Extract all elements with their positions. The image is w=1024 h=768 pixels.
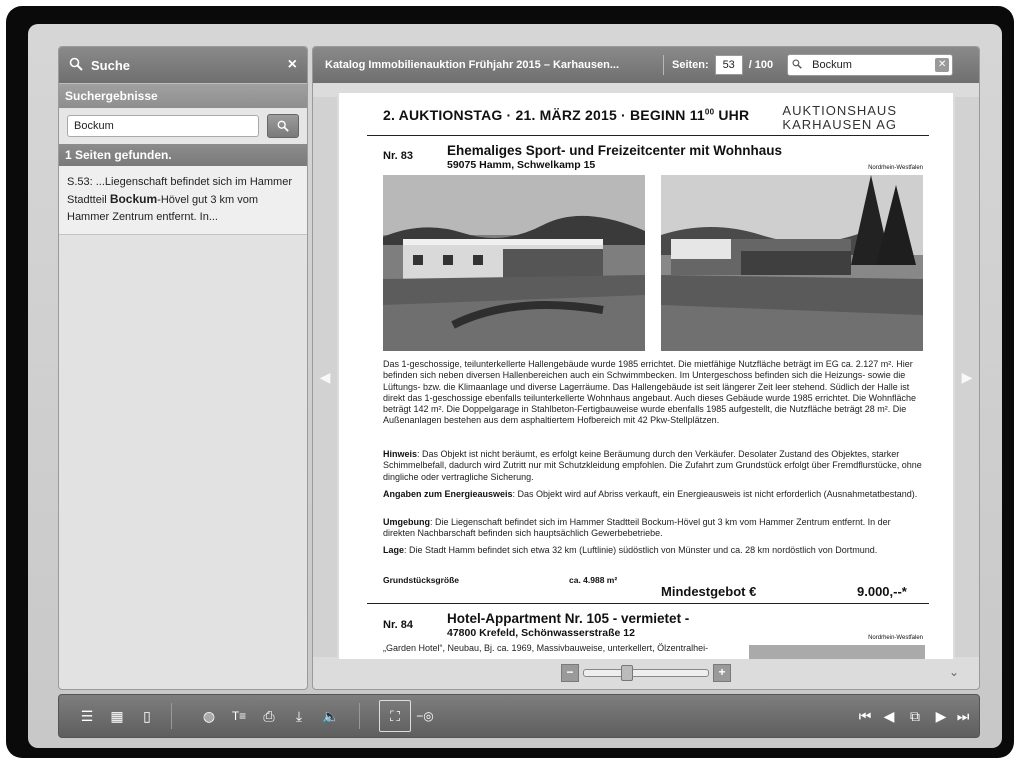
chevron-down-icon[interactable]: ⌄ [949, 665, 959, 679]
zoom-icon[interactable]: −◎ [415, 706, 435, 726]
lot-address: 47800 Krefeld, Schönwasserstraße 12 [447, 627, 635, 639]
page-total: / 100 [748, 59, 774, 71]
zoom-out-button[interactable]: − [561, 664, 579, 682]
lot-address: 59075 Hamm, Schwelkamp 15 [447, 159, 596, 171]
lot-umgebung: Umgebung: Die Liegenschaft befindet sich… [383, 517, 891, 539]
bottom-toolbar: ☰ ▦ ▯ ◍ T≡ ⎙ ⤓ 🔈 ⛶ −◎ ⏮ ◀ ⧉ ▶ ⏭ [58, 694, 980, 738]
lot-description: Das 1-geschossige, teilunterkellerte Hal… [383, 359, 916, 426]
lot-area-label: Grundstücksgröße [383, 575, 460, 585]
lot-title: Ehemaliges Sport- und Freizeitcenter mit… [447, 143, 783, 158]
search-input[interactable]: Bockum [67, 115, 259, 137]
app-window: Suche × Suchergebnisse Bockum 1 Seiten g… [28, 24, 1002, 748]
found-count: 1 Seiten gefunden. [59, 144, 307, 166]
last-page-icon[interactable]: ⏭ [953, 706, 973, 726]
fullscreen-icon[interactable]: ⛶ [379, 700, 411, 732]
previous-page-arrow[interactable]: ◀ [313, 97, 337, 657]
search-panel-header: Suche × [59, 47, 307, 83]
property-photo-1 [383, 175, 645, 351]
next-page-icon[interactable]: ▶ [931, 706, 951, 726]
property-photo-2 [661, 175, 923, 351]
page-header: 2. AUKTIONSTAG · 21. MÄRZ 2015 · BEGINN … [383, 107, 750, 123]
lot-region: Nordrhein-Westfalen [868, 165, 923, 171]
search-icon [277, 120, 289, 132]
first-page-icon[interactable]: ⏮ [855, 706, 875, 726]
minimum-bid-value: 9.000,--* [857, 584, 907, 599]
previous-page-icon[interactable]: ◀ [879, 706, 899, 726]
viewer-search-field[interactable]: Bockum ✕ [787, 54, 954, 76]
search-icon [69, 57, 83, 74]
page-number-input[interactable]: 53 [714, 55, 743, 75]
lot-energie: Angaben zum Energieausweis: Das Objekt w… [383, 489, 918, 499]
search-icon [788, 59, 806, 72]
viewer-panel: Katalog Immobilienauktion Frühjahr 2015 … [312, 46, 980, 690]
lot-rule [367, 603, 929, 604]
pages-label: Seiten: [672, 59, 709, 71]
clear-search-icon[interactable]: ✕ [935, 58, 950, 72]
lot-hinweis: Hinweis: Das Objekt ist nicht beräumt, e… [383, 449, 922, 482]
header-rule [367, 135, 929, 136]
lot-lage: Lage: Die Stadt Hamm befindet sich etwa … [383, 545, 878, 555]
lot-description: „Garden Hotel“, Neubau, Bj. ca. 1969, Ma… [383, 643, 709, 653]
logo-line2: KARHAUSEN AG [782, 117, 897, 132]
results-label: Suchergebnisse [59, 83, 307, 108]
minimum-bid-label: Mindestgebot € [661, 584, 757, 599]
single-page-icon[interactable]: ▯ [137, 706, 157, 726]
zoom-in-button[interactable]: + [713, 664, 731, 682]
text-icon[interactable]: T≡ [229, 706, 249, 726]
result-highlight: Bockum [109, 192, 158, 206]
app-frame: Suche × Suchergebnisse Bockum 1 Seiten g… [6, 6, 1014, 758]
catalog-page: 2. AUKTIONSTAG · 21. MÄRZ 2015 · BEGINN … [339, 93, 953, 659]
divider [359, 703, 360, 729]
lot-number: Nr. 84 [383, 619, 413, 631]
close-icon[interactable]: × [288, 56, 297, 74]
viewer-header: Katalog Immobilienauktion Frühjahr 2015 … [313, 47, 979, 83]
divider [663, 55, 664, 75]
catalog-title: Katalog Immobilienauktion Frühjahr 2015 … [325, 59, 620, 71]
zoom-slider-handle[interactable] [621, 665, 634, 681]
search-row: Bockum [59, 108, 307, 144]
zoom-slider[interactable] [583, 665, 709, 681]
speaker-icon[interactable]: 🔈 [321, 706, 341, 726]
lot-region: Nordrhein-Westfalen [868, 635, 923, 641]
globe-icon[interactable]: ◍ [199, 706, 219, 726]
search-panel: Suche × Suchergebnisse Bockum 1 Seiten g… [58, 46, 308, 690]
viewer-search-value: Bockum [812, 59, 852, 71]
logo-line1: AUKTIONSHAUS [782, 103, 897, 118]
property-photo-3 [749, 645, 925, 659]
lot-number: Nr. 83 [383, 150, 413, 162]
next-page-arrow[interactable]: ▶ [955, 97, 979, 657]
zoom-control: − + [561, 663, 731, 683]
page-overview-icon[interactable]: ⧉ [905, 706, 925, 726]
divider [171, 703, 172, 729]
search-result-item[interactable]: S.53: ...Liegenschaft befindet sich im H… [59, 166, 307, 235]
grid-view-icon[interactable]: ▦ [107, 706, 127, 726]
download-icon[interactable]: ⤓ [289, 706, 309, 726]
lot-area-value: ca. 4.988 m² [569, 575, 618, 585]
search-panel-title: Suche [91, 57, 131, 73]
search-button[interactable] [267, 114, 299, 138]
lot-title: Hotel-Appartment Nr. 105 - vermietet - [447, 611, 690, 626]
list-view-icon[interactable]: ☰ [77, 706, 97, 726]
print-icon[interactable]: ⎙ [259, 706, 279, 726]
